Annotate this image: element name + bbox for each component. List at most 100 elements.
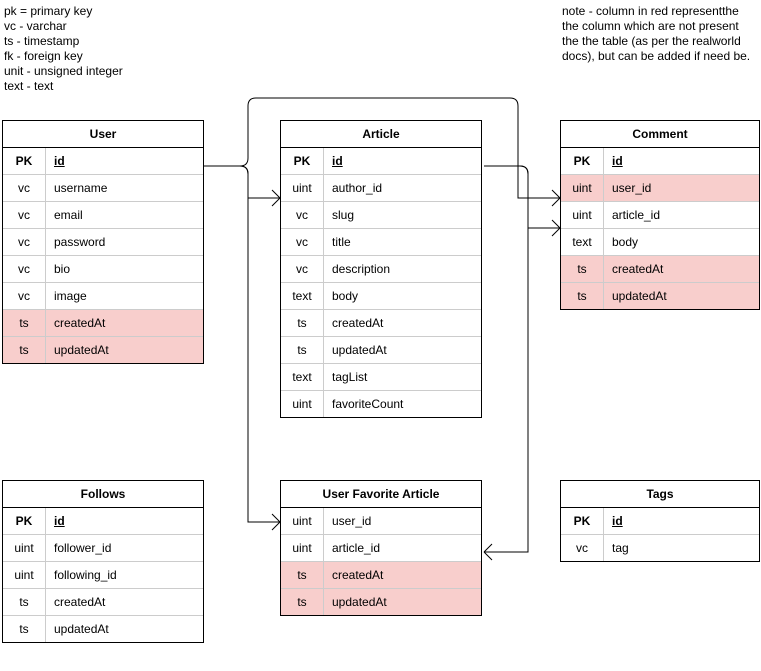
column-name: description (324, 256, 482, 283)
er-diagram: pk = primary key vc - varchar ts - times… (0, 0, 761, 671)
column-row: tsupdatedAt (281, 337, 481, 364)
column-type: vc (561, 535, 604, 562)
column-type: vc (281, 256, 324, 283)
column-name: tagList (324, 364, 482, 391)
column-row: tscreatedAt (3, 310, 203, 337)
column-type: vc (3, 175, 46, 202)
column-row: tscreatedAt (561, 256, 759, 283)
legend-line: text - text (4, 79, 123, 94)
column-name: body (324, 283, 482, 310)
column-row: PKid (561, 508, 759, 535)
column-type: PK (281, 148, 324, 175)
entity-title: Article (281, 121, 481, 148)
column-name: updatedAt (46, 337, 204, 364)
entity-title: User (3, 121, 203, 148)
legend-line: the column which are not present (562, 19, 750, 34)
column-name: article_id (604, 202, 760, 229)
column-type: vc (3, 283, 46, 310)
legend-right: note - column in red representthe the co… (562, 4, 750, 64)
column-type: ts (3, 616, 46, 643)
column-type: PK (3, 148, 46, 175)
column-type: uint (561, 202, 604, 229)
column-name: createdAt (46, 310, 204, 337)
column-name: createdAt (324, 562, 482, 589)
column-name: createdAt (46, 589, 204, 616)
column-type: vc (3, 202, 46, 229)
entity-user: User PKidvcusernamevcemailvcpasswordvcbi… (2, 120, 204, 364)
column-row: vcusername (3, 175, 203, 202)
entity-comment: Comment PKiduintuser_iduintarticle_idtex… (560, 120, 760, 310)
column-name: id (604, 508, 760, 535)
column-row: tscreatedAt (281, 562, 481, 589)
column-type: ts (281, 589, 324, 616)
column-name: createdAt (324, 310, 482, 337)
column-type: uint (281, 391, 324, 418)
legend-line: vc - varchar (4, 19, 123, 34)
column-type: PK (561, 148, 604, 175)
entity-columns: uintuser_iduintarticle_idtscreatedAttsup… (281, 508, 481, 615)
column-row: texttagList (281, 364, 481, 391)
entity-title: Tags (561, 481, 759, 508)
column-row: PKid (3, 508, 203, 535)
column-name: follower_id (46, 535, 204, 562)
entity-columns: PKiduintuser_iduintarticle_idtextbodytsc… (561, 148, 759, 309)
column-type: uint (561, 175, 604, 202)
column-name: updatedAt (324, 589, 482, 616)
column-type: PK (561, 508, 604, 535)
column-type: ts (281, 562, 324, 589)
column-name: createdAt (604, 256, 760, 283)
column-name: id (604, 148, 760, 175)
column-row: vcimage (3, 283, 203, 310)
column-type: vc (281, 229, 324, 256)
column-name: body (604, 229, 760, 256)
column-type: uint (281, 508, 324, 535)
column-type: vc (3, 229, 46, 256)
column-row: textbody (281, 283, 481, 310)
column-type: vc (281, 202, 324, 229)
column-row: PKid (3, 148, 203, 175)
column-row: PKid (561, 148, 759, 175)
column-name: title (324, 229, 482, 256)
column-row: uintfavoriteCount (281, 391, 481, 418)
column-row: tsupdatedAt (3, 616, 203, 643)
column-row: uintauthor_id (281, 175, 481, 202)
entity-columns: PKiduintauthor_idvcslugvctitlevcdescript… (281, 148, 481, 417)
column-row: uintarticle_id (281, 535, 481, 562)
column-row: vctag (561, 535, 759, 562)
entity-title: Comment (561, 121, 759, 148)
column-name: bio (46, 256, 204, 283)
column-row: tsupdatedAt (561, 283, 759, 310)
column-row: uintarticle_id (561, 202, 759, 229)
column-name: following_id (46, 562, 204, 589)
legend-line: unit - unsigned integer (4, 64, 123, 79)
column-row: uintfollowing_id (3, 562, 203, 589)
entity-follows: Follows PKiduintfollower_iduintfollowing… (2, 480, 204, 643)
entity-user-favorite-article: User Favorite Article uintuser_iduintart… (280, 480, 482, 616)
column-row: uintfollower_id (3, 535, 203, 562)
column-name: favoriteCount (324, 391, 482, 418)
entity-title: User Favorite Article (281, 481, 481, 508)
column-name: slug (324, 202, 482, 229)
column-type: ts (3, 337, 46, 364)
legend-line: ts - timestamp (4, 34, 123, 49)
column-type: ts (561, 256, 604, 283)
column-row: tsupdatedAt (281, 589, 481, 616)
column-row: tscreatedAt (281, 310, 481, 337)
column-row: vcbio (3, 256, 203, 283)
legend-line: fk - foreign key (4, 49, 123, 64)
column-name: updatedAt (324, 337, 482, 364)
column-row: tsupdatedAt (3, 337, 203, 364)
column-name: author_id (324, 175, 482, 202)
column-row: vcslug (281, 202, 481, 229)
column-type: ts (3, 310, 46, 337)
column-name: image (46, 283, 204, 310)
column-name: article_id (324, 535, 482, 562)
legend-left: pk = primary key vc - varchar ts - times… (4, 4, 123, 94)
column-row: vcemail (3, 202, 203, 229)
column-name: user_id (324, 508, 482, 535)
column-type: uint (3, 562, 46, 589)
entity-columns: PKidvcusernamevcemailvcpasswordvcbiovcim… (3, 148, 203, 363)
column-row: vcpassword (3, 229, 203, 256)
legend-line: pk = primary key (4, 4, 123, 19)
column-name: password (46, 229, 204, 256)
